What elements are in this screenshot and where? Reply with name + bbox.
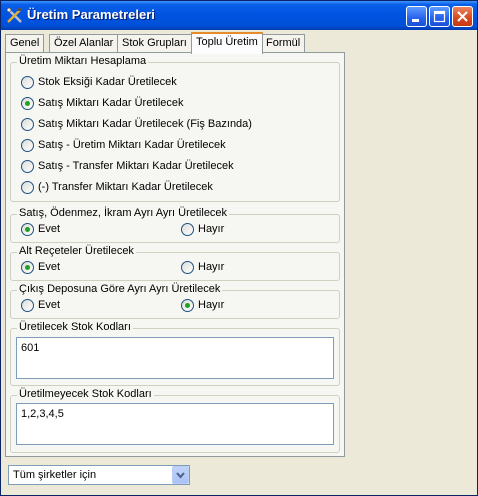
radio-button xyxy=(21,160,34,173)
company-select[interactable]: Tüm şirketler için xyxy=(8,465,190,485)
radio-button xyxy=(21,299,34,312)
group-title: Çıkış Deposuna Göre Ayrı Ayrı Üretilecek xyxy=(17,283,223,295)
group-title: Alt Reçeteler Üretilecek xyxy=(17,245,136,257)
group-title: Üretim Miktarı Hesaplama xyxy=(17,55,149,67)
uretim-miktari-group: Üretim Miktarı Hesaplama Stok Eksiği Kad… xyxy=(10,55,340,202)
dropdown-button[interactable] xyxy=(172,466,189,484)
radio-button xyxy=(181,261,194,274)
radio-button xyxy=(21,223,34,236)
radio-dot-icon xyxy=(25,265,30,270)
radio-button xyxy=(21,181,34,194)
radio-button xyxy=(181,299,194,312)
group-title: Üretilmeyecek Stok Kodları xyxy=(17,388,154,400)
uretilmeyecek-group: Üretilmeyecek Stok Kodları 1,2,3,4,5 xyxy=(10,388,340,453)
tab-stok-gruplari[interactable]: Stok Grupları xyxy=(117,34,192,53)
radio-button xyxy=(21,118,34,131)
tab-ozel-alanlar[interactable]: Özel Alanlar xyxy=(49,34,119,53)
minimize-button[interactable] xyxy=(406,6,427,27)
cikis-deposu-group: Çıkış Deposuna Göre Ayrı Ayrı Üretilecek… xyxy=(10,283,340,319)
uretilmeyecek-stok-kodlari-field[interactable]: 1,2,3,4,5 xyxy=(16,403,334,445)
tools-icon xyxy=(6,7,22,23)
radio-button xyxy=(181,223,194,236)
window-title: Üretim Parametreleri xyxy=(27,7,155,22)
window: Üretim Parametreleri Genel Özel Alanlar … xyxy=(0,0,478,496)
radio-dot-icon xyxy=(25,101,30,106)
satis-odenmez-group: Satış, Ödenmez, İkram Ayrı Ayrı Üretilec… xyxy=(10,207,340,243)
radio-button xyxy=(21,97,34,110)
radio-button xyxy=(21,76,34,89)
radio-button xyxy=(21,139,34,152)
uretilecek-stok-kodlari-field[interactable]: 601 xyxy=(16,337,334,379)
radio-button xyxy=(21,261,34,274)
radio-dot-icon xyxy=(25,227,30,232)
group-title: Üretilecek Stok Kodları xyxy=(17,321,133,333)
maximize-icon xyxy=(433,10,446,23)
alt-receteler-group: Alt Reçeteler Üretilecek Evet Hayır xyxy=(10,245,340,281)
close-icon xyxy=(457,11,468,22)
tab-toplu-uretim[interactable]: Toplu Üretim xyxy=(191,32,263,54)
company-select-value: Tüm şirketler için xyxy=(13,469,97,481)
tab-formul[interactable]: Formül xyxy=(261,34,306,53)
maximize-button[interactable] xyxy=(429,6,450,27)
uretilecek-group: Üretilecek Stok Kodları 601 xyxy=(10,321,340,386)
tab-genel[interactable]: Genel xyxy=(5,34,45,53)
tab-panel: Üretim Miktarı Hesaplama Stok Eksiği Kad… xyxy=(5,52,345,457)
chevron-down-icon xyxy=(176,472,185,479)
minimize-icon xyxy=(412,19,419,22)
group-title: Satış, Ödenmez, İkram Ayrı Ayrı Üretilec… xyxy=(17,207,230,219)
close-button[interactable] xyxy=(452,6,473,27)
radio-dot-icon xyxy=(185,303,190,308)
title-bar[interactable]: Üretim Parametreleri xyxy=(1,1,477,30)
